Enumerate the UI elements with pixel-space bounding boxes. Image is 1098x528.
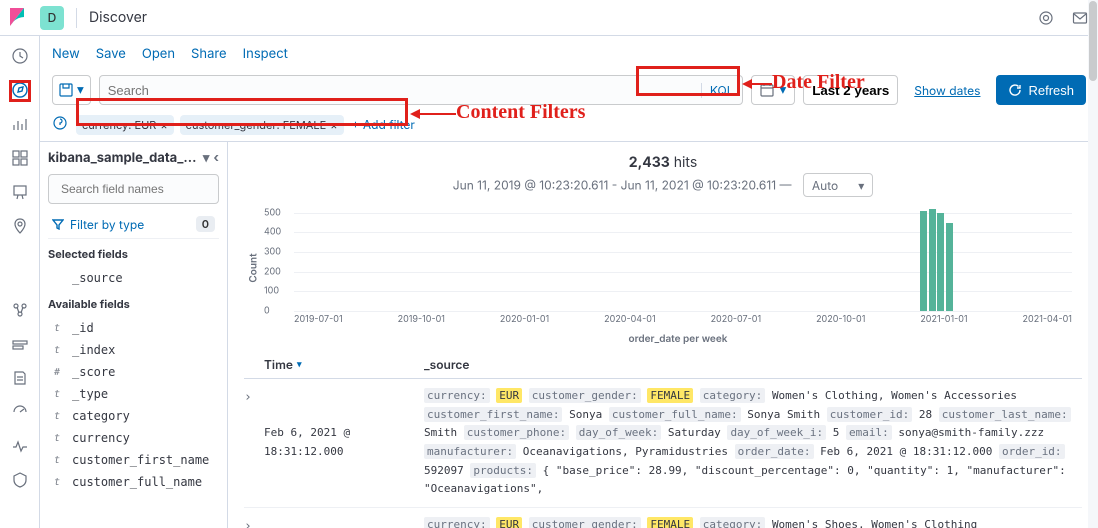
col-time[interactable]: Time ▾	[264, 357, 424, 372]
field-search[interactable]	[48, 174, 219, 204]
table-row[interactable]: ›Feb 6, 2021 @ 18:22:34.000currency: EUR…	[244, 508, 1082, 528]
chevron-down-icon: ▾	[77, 82, 84, 98]
field-type-icon: t	[50, 433, 64, 444]
cell-time: Feb 6, 2021 @ 18:31:12.000	[264, 387, 424, 499]
sort-desc-icon: ▾	[297, 359, 302, 370]
annotation-box	[76, 98, 408, 126]
inspect-link[interactable]: Inspect	[243, 46, 288, 62]
cell-source: currency: EUR customer_gender: FEMALE ca…	[424, 516, 1082, 528]
scrollbar[interactable]	[1088, 0, 1098, 528]
scroll-thumb[interactable]	[1089, 1, 1097, 81]
divider	[76, 8, 77, 28]
hits-count: 2,433 hits	[244, 150, 1082, 173]
action-toolbar: New Save Open Share Inspect	[40, 36, 1098, 72]
available-fields-title: Available fields	[48, 297, 219, 311]
field-type-icon: #	[50, 367, 64, 378]
nav-apm-icon[interactable]	[8, 400, 32, 424]
collapse-icon[interactable]: ‹	[213, 150, 219, 166]
field-item[interactable]: t_index	[48, 339, 219, 361]
filter-by-type[interactable]: Filter by type 0	[48, 210, 219, 239]
expand-toggle[interactable]: ›	[244, 516, 264, 528]
save-link[interactable]: Save	[96, 46, 126, 62]
index-pattern-selector[interactable]: kibana_sample_data_... ▾ ‹	[48, 150, 219, 166]
field-type-icon: t	[50, 389, 64, 400]
filter-settings-icon[interactable]	[52, 115, 68, 134]
field-search-input[interactable]	[61, 182, 216, 196]
newsfeed-icon[interactable]	[1036, 8, 1056, 28]
filter-count-badge: 0	[196, 216, 215, 232]
nav-dashboard-icon[interactable]	[8, 146, 32, 170]
field-item[interactable]: tcustomer_first_name	[48, 449, 219, 471]
field-item[interactable]: t_type	[48, 383, 219, 405]
field-type-icon: t	[50, 477, 64, 488]
nav-rail	[0, 36, 40, 528]
open-link[interactable]: Open	[142, 46, 175, 62]
fields-sidebar: kibana_sample_data_... ▾ ‹ Filter by typ…	[40, 142, 228, 528]
nav-canvas-icon[interactable]	[8, 180, 32, 204]
refresh-button[interactable]: Refresh	[996, 75, 1086, 105]
annotation-content-filters: Content Filters	[456, 101, 585, 124]
kibana-logo-icon[interactable]	[8, 8, 28, 28]
field-type-icon: t	[50, 455, 64, 466]
field-type-icon: t	[50, 323, 64, 334]
field-item[interactable]: tcustomer_full_name	[48, 471, 219, 493]
field-type-icon: t	[50, 345, 64, 356]
space-badge[interactable]: D	[40, 6, 64, 30]
expand-toggle[interactable]: ›	[244, 387, 264, 499]
search-input[interactable]	[108, 83, 695, 98]
nav-recent-icon[interactable]	[8, 44, 32, 68]
mail-icon[interactable]	[1070, 8, 1090, 28]
field-item[interactable]: t_id	[48, 317, 219, 339]
nav-siem-icon[interactable]	[8, 468, 32, 492]
nav-logs-icon[interactable]	[8, 366, 32, 390]
annotation-box	[636, 66, 740, 96]
field-item[interactable]: tcategory	[48, 405, 219, 427]
chart-x-label: order_date per week	[244, 333, 1082, 351]
nav-uptime-icon[interactable]	[8, 434, 32, 458]
field-item[interactable]: _source	[48, 267, 219, 289]
annotation-date-filter: Date Filter	[772, 71, 865, 94]
chart-y-label: Count	[248, 253, 260, 282]
field-item[interactable]: tcurrency	[48, 427, 219, 449]
col-source[interactable]: _source	[424, 357, 1082, 372]
nav-metrics-icon[interactable]	[8, 332, 32, 356]
cell-time: Feb 6, 2021 @ 18:22:34.000	[264, 516, 424, 528]
selected-fields-title: Selected fields	[48, 247, 219, 261]
nav-visualize-icon[interactable]	[8, 112, 32, 136]
chart-timerange: Jun 11, 2019 @ 10:23:20.611 - Jun 11, 20…	[244, 173, 1082, 197]
nav-ml-icon[interactable]	[8, 298, 32, 322]
interval-select[interactable]: Auto▾	[803, 173, 873, 197]
app-title: Discover	[89, 9, 147, 26]
share-link[interactable]: Share	[191, 46, 227, 62]
table-header: Time ▾ _source	[244, 351, 1082, 379]
nav-maps-icon[interactable]	[8, 214, 32, 238]
show-dates-link[interactable]: Show dates	[914, 83, 980, 98]
field-item[interactable]: #_score	[48, 361, 219, 383]
new-link[interactable]: New	[52, 46, 80, 62]
table-row[interactable]: ›Feb 6, 2021 @ 18:31:12.000currency: EUR…	[244, 379, 1082, 508]
cell-source: currency: EUR customer_gender: FEMALE ca…	[424, 387, 1082, 499]
histogram-chart[interactable]: Count 01002003004005002019-07-012019-10-…	[244, 203, 1082, 333]
annotation-box	[9, 80, 31, 102]
field-type-icon: t	[50, 411, 64, 422]
